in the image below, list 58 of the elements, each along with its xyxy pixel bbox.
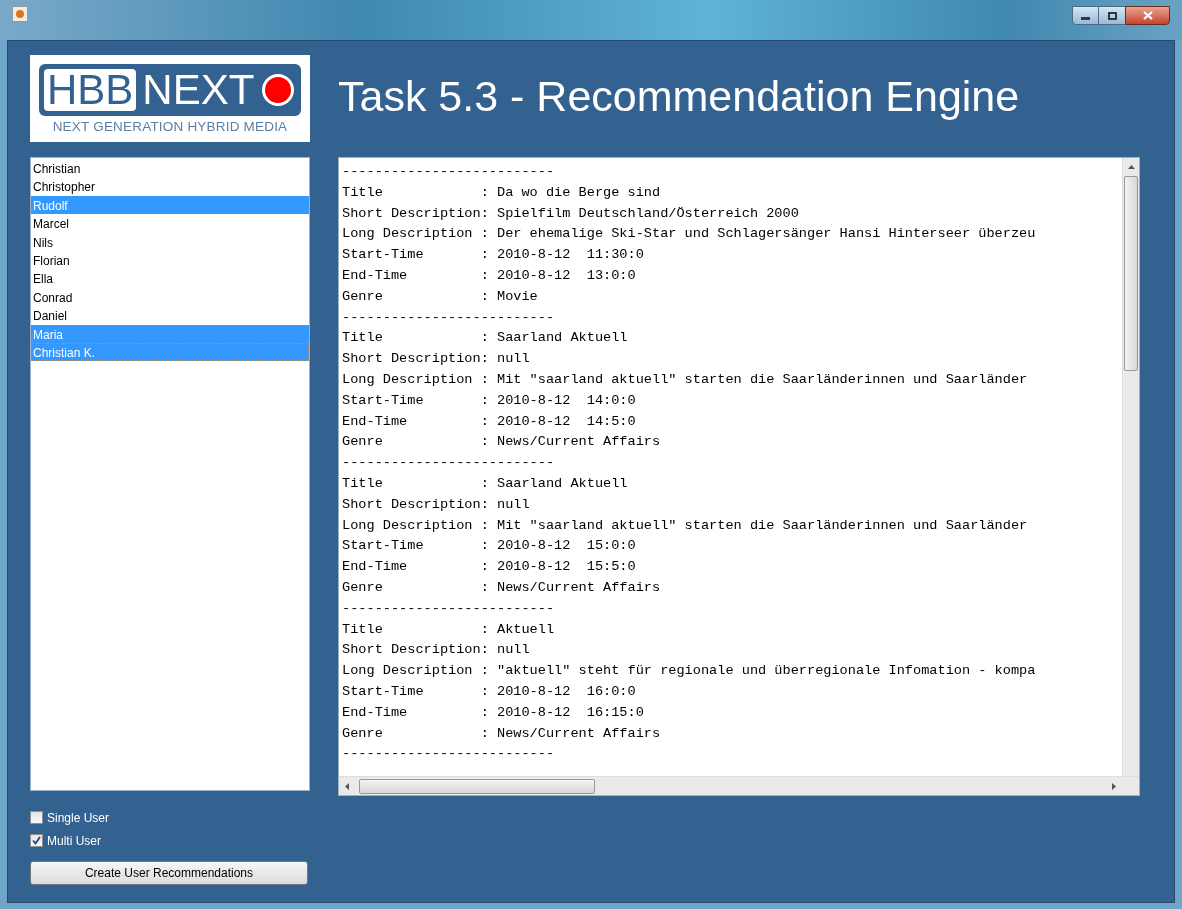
page-heading: Task 5.3 - Recommendation Engine [338,70,1021,122]
scroll-thumb[interactable] [359,778,595,794]
output-line: Title : Saarland Aktuell [342,329,628,348]
checkbox[interactable] [30,811,43,824]
maximize-button[interactable] [1099,6,1125,25]
output-line: Long Description : Der ehemalige Ski-Star und Schlagersänger Hansi Hinterseer überzeu [342,225,1036,244]
user-list-item[interactable]: Christopher [31,177,309,196]
user-list-item[interactable]: Daniel [31,306,309,325]
output-line: Title : Da wo die Berge sind [342,183,661,202]
output-line: Start-Time : 2010-8-12 16:0:0 [342,682,636,701]
checkbox[interactable] [30,834,43,847]
output-line: Start-Time : 2010-8-12 15:0:0 [342,537,636,556]
output-line: End-Time : 2010-8-12 15:5:0 [342,558,636,577]
logo-wordmark: NEXT [142,69,255,111]
scroll-up-icon [1127,165,1135,169]
checkbox-label: Single User [47,809,110,827]
output-line: Short Description: null [342,495,530,514]
output-line: -------------------------- [342,454,555,473]
checkbox-label: Multi User [47,832,101,850]
output-line: Genre : News/Current Affairs [342,578,661,597]
output-line: Genre : Movie [342,287,538,306]
user-list-item[interactable]: Nils [31,232,309,251]
output-line: End-Time : 2010-8-12 16:15:0 [342,703,644,722]
output-line: Short Description: null [342,350,530,369]
output-line: Title : Aktuell [342,620,555,639]
output-line: Short Description: Spielfilm Deutschland/Österreich 2000 [342,204,799,223]
create-recommendations-button[interactable]: Create User Recommendations [30,861,308,885]
output-line: -------------------------- [342,163,555,181]
output-line: Long Description : Mit "saarland aktuell" starten die Saarländerinnen und Saarländer [342,370,1028,389]
user-list-item[interactable]: Conrad [31,287,309,307]
logo-wordmark: HBB [44,69,137,111]
output-line: Long Description : Mit "saarland aktuell" starten die Saarländerinnen und Saarländer [342,516,1028,535]
user-list-item[interactable]: Florian [31,250,309,270]
output-line: -------------------------- [342,308,555,327]
output-line: Genre : News/Current Affairs [342,433,661,452]
user-list-item[interactable]: Ella [31,269,309,288]
scroll-right-icon [1112,782,1116,790]
output-line: Start-Time : 2010-8-12 11:30:0 [342,246,644,265]
output-line: Genre : News/Current Affairs [342,724,661,743]
close-icon [1142,11,1153,20]
close-button[interactable] [1125,6,1170,25]
output-line: Title : Saarland Aktuell [342,474,628,493]
vertical-scrollbar[interactable] [1122,158,1139,776]
output-line: Start-Time : 2010-8-12 14:0:0 [342,391,636,410]
output-line: Long Description : "aktuell" steht für regionale und überregionale Infomation - kompa [342,662,1036,681]
scroll-left-icon [345,782,349,790]
output-line: End-Time : 2010-8-12 14:5:0 [342,412,636,431]
user-list-item[interactable]: Marcel [31,214,309,233]
checkmark-icon [32,836,41,845]
logo-tagline: NEXT GENERATION HYBRID MEDIA [52,119,288,135]
output-line: Short Description: null [342,641,530,660]
app-icon [12,6,28,22]
output-line: End-Time : 2010-8-12 13:0:0 [342,267,636,285]
scroll-thumb[interactable] [1124,176,1138,371]
user-list-item[interactable]: Christian [31,159,309,178]
minimize-button[interactable] [1072,6,1099,25]
output-line: -------------------------- [342,599,555,618]
output-line: -------------------------- [342,745,555,764]
